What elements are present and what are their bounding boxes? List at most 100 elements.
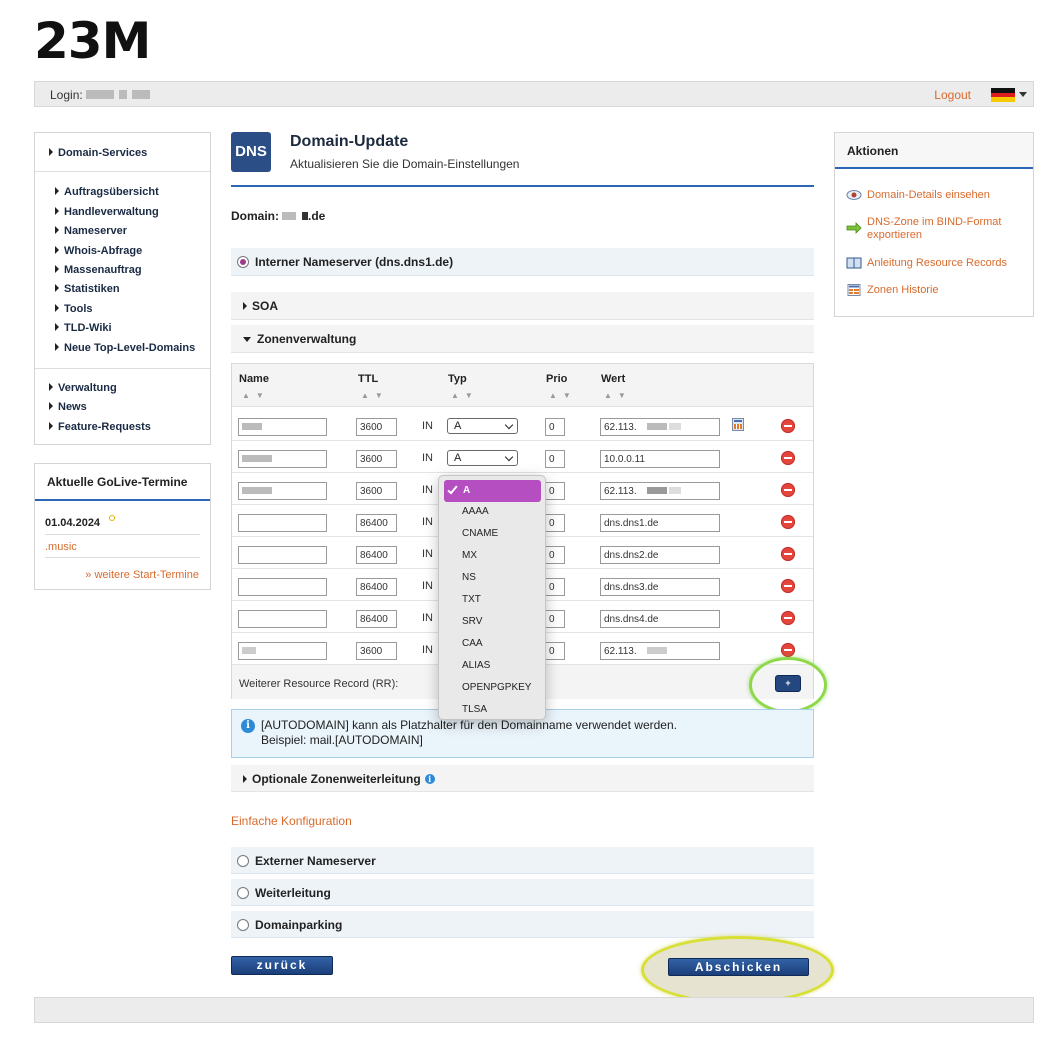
german-flag-icon[interactable] bbox=[991, 88, 1015, 102]
ttl-input[interactable]: 86400 bbox=[356, 546, 397, 564]
prio-input[interactable]: 0 bbox=[545, 450, 565, 468]
delete-row-icon[interactable] bbox=[781, 643, 795, 657]
value-input[interactable]: 62.113. bbox=[600, 418, 720, 436]
ttl-input[interactable]: 86400 bbox=[356, 514, 397, 532]
dropdown-option[interactable]: NS bbox=[462, 572, 476, 583]
delete-row-icon[interactable] bbox=[781, 579, 795, 593]
value-input[interactable]: 62.113. bbox=[600, 482, 720, 500]
option-forwarding[interactable]: Weiterleitung bbox=[231, 879, 814, 906]
sidebar-item-nameserver[interactable]: Nameserver bbox=[55, 225, 127, 237]
dropdown-option[interactable]: TLSA bbox=[462, 704, 487, 715]
dropdown-option-selected[interactable]: A bbox=[444, 480, 541, 502]
dropdown-option[interactable]: ALIAS bbox=[462, 660, 490, 671]
ttl-input[interactable]: 86400 bbox=[356, 578, 397, 596]
sidebar-item-whois[interactable]: Whois-Abfrage bbox=[55, 245, 142, 257]
delete-row-icon[interactable] bbox=[781, 515, 795, 529]
golive-tld-link[interactable]: .music bbox=[45, 541, 77, 553]
dropdown-option[interactable]: CAA bbox=[462, 638, 483, 649]
back-button[interactable]: zurück bbox=[231, 956, 333, 975]
dropdown-option[interactable]: MX bbox=[462, 550, 477, 561]
logout-link[interactable]: Logout bbox=[934, 88, 971, 102]
export-bind-link[interactable]: DNS-Zone im BIND-Format exportieren bbox=[867, 216, 1033, 242]
prio-input[interactable]: 0 bbox=[545, 642, 565, 660]
dropdown-option[interactable]: CNAME bbox=[462, 528, 498, 539]
name-input[interactable] bbox=[238, 642, 327, 660]
ttl-input[interactable]: 86400 bbox=[356, 610, 397, 628]
more-dates-link[interactable]: » weitere Start-Termine bbox=[85, 569, 199, 581]
sort-prio-icon[interactable]: ▲▼ bbox=[549, 391, 577, 400]
soa-section-toggle[interactable]: SOA bbox=[231, 292, 814, 320]
internal-nameserver-option[interactable]: Interner Nameserver (dns.dns1.de) bbox=[231, 248, 814, 276]
sidebar-item-verwaltung[interactable]: Verwaltung bbox=[49, 382, 117, 394]
sort-ttl-icon[interactable]: ▲▼ bbox=[361, 391, 389, 400]
prio-input[interactable]: 0 bbox=[545, 610, 565, 628]
rr-guide-link[interactable]: Anleitung Resource Records bbox=[867, 257, 1007, 270]
ttl-input[interactable]: 3600 bbox=[356, 450, 397, 468]
dropdown-option[interactable]: TXT bbox=[462, 594, 481, 605]
zone-history-link[interactable]: Zonen Historie bbox=[867, 284, 939, 297]
dropdown-option[interactable]: AAAA bbox=[462, 506, 489, 517]
domainparking-radio[interactable] bbox=[237, 919, 249, 931]
eye-icon bbox=[846, 190, 862, 200]
zone-table-header: Name ▲▼ TTL ▲▼ Typ ▲▼ Prio ▲▼ Wert ▲▼ bbox=[232, 364, 813, 407]
delete-row-icon[interactable] bbox=[781, 451, 795, 465]
zone-section-toggle[interactable]: Zonenverwaltung bbox=[231, 325, 814, 353]
ttl-input[interactable]: 3600 bbox=[356, 418, 397, 436]
delete-row-icon[interactable] bbox=[781, 547, 795, 561]
name-input[interactable] bbox=[238, 546, 327, 564]
sidebar-item-massenauftrag[interactable]: Massenauftrag bbox=[55, 264, 142, 276]
option-domainparking[interactable]: Domainparking bbox=[231, 911, 814, 938]
sort-type-icon[interactable]: ▲▼ bbox=[451, 391, 479, 400]
info-icon[interactable]: i bbox=[424, 774, 435, 784]
dropdown-option[interactable]: SRV bbox=[462, 616, 482, 627]
name-input[interactable] bbox=[238, 514, 327, 532]
delete-row-icon[interactable] bbox=[781, 419, 795, 433]
value-input[interactable]: 62.113. bbox=[600, 642, 720, 660]
sidebar-item-news[interactable]: News bbox=[49, 401, 87, 413]
delete-row-icon[interactable] bbox=[781, 483, 795, 497]
internal-ns-radio[interactable] bbox=[237, 256, 249, 268]
name-input[interactable] bbox=[238, 450, 327, 468]
domain-label: Domain: .de bbox=[231, 209, 326, 223]
value-input[interactable]: dns.dns2.de bbox=[600, 546, 720, 564]
sidebar-item-neue-tlds[interactable]: Neue Top-Level-Domains bbox=[55, 342, 195, 354]
dropdown-option[interactable]: OPENPGPKEY bbox=[462, 682, 531, 693]
value-input[interactable]: 10.0.0.11 bbox=[600, 450, 720, 468]
type-select[interactable]: A bbox=[447, 450, 518, 466]
value-input[interactable]: dns.dns4.de bbox=[600, 610, 720, 628]
sidebar-item-statistiken[interactable]: Statistiken bbox=[55, 283, 120, 295]
value-input[interactable]: dns.dns3.de bbox=[600, 578, 720, 596]
type-select[interactable]: A bbox=[447, 418, 518, 434]
prio-input[interactable]: 0 bbox=[545, 482, 565, 500]
ttl-input[interactable]: 3600 bbox=[356, 642, 397, 660]
domain-details-link[interactable]: Domain-Details einsehen bbox=[867, 189, 990, 202]
name-input[interactable] bbox=[238, 610, 327, 628]
sidebar-item-handleverwaltung[interactable]: Handleverwaltung bbox=[55, 206, 159, 218]
optional-forward-toggle[interactable]: Optionale Zonenweiterleitung i bbox=[231, 765, 814, 792]
prio-input[interactable]: 0 bbox=[545, 514, 565, 532]
forwarding-radio[interactable] bbox=[237, 887, 249, 899]
sidebar-item-domain-services[interactable]: Domain-Services bbox=[49, 147, 147, 159]
ttl-input[interactable]: 3600 bbox=[356, 482, 397, 500]
sidebar-item-auftragsuebersicht[interactable]: Auftragsübersicht bbox=[55, 186, 159, 198]
sort-name-icon[interactable]: ▲▼ bbox=[242, 391, 270, 400]
name-input[interactable] bbox=[238, 578, 327, 596]
prio-input[interactable]: 0 bbox=[545, 546, 565, 564]
value-input[interactable]: dns.dns1.de bbox=[600, 514, 720, 532]
sidebar-item-feature-requests[interactable]: Feature-Requests bbox=[49, 421, 151, 433]
external-ns-radio[interactable] bbox=[237, 855, 249, 867]
sidebar-item-tools[interactable]: Tools bbox=[55, 303, 93, 315]
name-input[interactable] bbox=[238, 418, 327, 436]
delete-row-icon[interactable] bbox=[781, 611, 795, 625]
prio-input[interactable]: 0 bbox=[545, 418, 565, 436]
calculator-icon[interactable] bbox=[732, 418, 744, 431]
option-external-ns[interactable]: Externer Nameserver bbox=[231, 847, 814, 874]
submit-button[interactable]: Abschicken bbox=[668, 958, 809, 976]
sort-value-icon[interactable]: ▲▼ bbox=[604, 391, 632, 400]
language-dropdown-icon[interactable] bbox=[1019, 92, 1027, 97]
sidebar-item-tld-wiki[interactable]: TLD-Wiki bbox=[55, 322, 112, 334]
prio-input[interactable]: 0 bbox=[545, 578, 565, 596]
name-input[interactable] bbox=[238, 482, 327, 500]
simple-config-link[interactable]: Einfache Konfiguration bbox=[231, 814, 352, 828]
triangle-right-icon bbox=[49, 148, 53, 156]
